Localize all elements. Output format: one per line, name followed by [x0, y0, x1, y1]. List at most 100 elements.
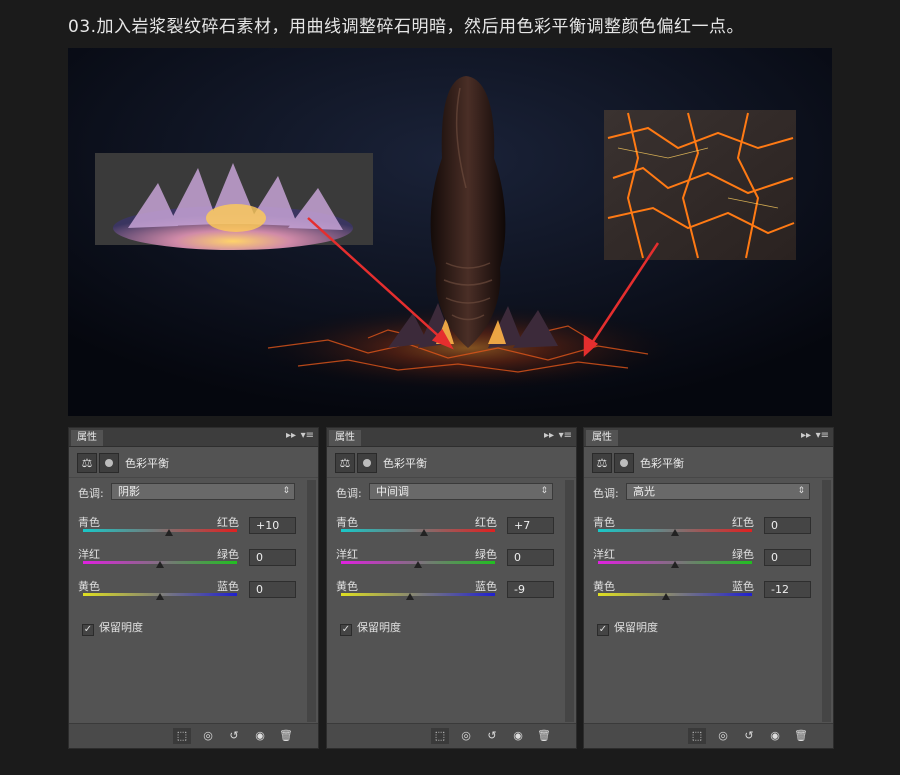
- layer-mask-icon[interactable]: [99, 453, 119, 473]
- slider-thumb[interactable]: [420, 529, 429, 536]
- tone-select[interactable]: 中间调 ⇕: [369, 483, 553, 500]
- select-arrows-icon: ⇕: [282, 486, 290, 496]
- label-blue: 蓝色: [217, 580, 239, 593]
- tone-label: 色调:: [78, 487, 104, 500]
- slider-thumb[interactable]: [406, 593, 415, 600]
- checkmark-icon[interactable]: ✓: [82, 624, 94, 636]
- view-previous-icon[interactable]: ◎: [457, 728, 475, 744]
- tone-select[interactable]: 阴影 ⇕: [111, 483, 295, 500]
- slider-thumb[interactable]: [661, 593, 670, 600]
- view-previous-icon[interactable]: ◎: [199, 728, 217, 744]
- clip-to-layer-icon[interactable]: ⬚: [431, 728, 449, 744]
- panel-tabbar: 属性 ▸▸ ▾≡: [327, 428, 576, 447]
- layer-mask-icon[interactable]: [614, 453, 634, 473]
- tone-label: 色调:: [593, 487, 619, 500]
- select-arrows-icon: ⇕: [797, 486, 805, 496]
- panel-menu-icon[interactable]: ▾≡: [301, 430, 314, 441]
- label-cyan: 青色: [593, 516, 615, 529]
- preserve-label: 保留明度: [357, 621, 401, 634]
- label-blue: 蓝色: [475, 580, 497, 593]
- preserve-luminosity-checkbox[interactable]: ✓ 保留明度: [340, 619, 401, 636]
- slider-thumb[interactable]: [165, 529, 174, 536]
- slider-track[interactable]: [83, 529, 237, 532]
- composite-artwork: [68, 48, 832, 416]
- preserve-luminosity-checkbox[interactable]: ✓ 保留明度: [82, 619, 143, 636]
- label-magenta: 洋红: [78, 548, 100, 561]
- visibility-eye-icon[interactable]: ◉: [509, 728, 527, 744]
- tone-label: 色调:: [336, 487, 362, 500]
- balance-scale-icon[interactable]: ⚖: [335, 453, 355, 473]
- slider-track[interactable]: [341, 529, 495, 532]
- value-field[interactable]: +10: [249, 517, 296, 534]
- slider-thumb[interactable]: [671, 529, 679, 536]
- panel-tabbar: 属性 ▸▸ ▾≡: [584, 428, 833, 447]
- collapse-icon[interactable]: ▸▸: [286, 430, 296, 441]
- value-field[interactable]: -12: [764, 581, 811, 598]
- preserve-label: 保留明度: [614, 621, 658, 634]
- tone-value: 中间调: [376, 485, 409, 498]
- scrollbar[interactable]: [307, 480, 316, 722]
- checkmark-icon[interactable]: ✓: [597, 624, 609, 636]
- tab-properties[interactable]: 属性: [329, 430, 361, 446]
- panel-bottom-bar: ⬚ ◎ ↺ ◉ 🗑: [327, 723, 576, 748]
- reset-icon[interactable]: ↺: [740, 728, 758, 744]
- label-green: 绿色: [217, 548, 239, 561]
- layer-mask-icon[interactable]: [357, 453, 377, 473]
- label-blue: 蓝色: [732, 580, 754, 593]
- label-red: 红色: [732, 516, 754, 529]
- panel-title-row: ⚖ 色彩平衡: [69, 447, 318, 478]
- collapse-icon[interactable]: ▸▸: [801, 430, 811, 441]
- slider-magenta-green: 洋红 绿色 0: [584, 546, 833, 578]
- scrollbar[interactable]: [822, 480, 831, 722]
- tab-properties[interactable]: 属性: [586, 430, 618, 446]
- clip-to-layer-icon[interactable]: ⬚: [688, 728, 706, 744]
- tone-value: 高光: [633, 485, 655, 498]
- slider-thumb[interactable]: [671, 561, 679, 568]
- checkmark-icon[interactable]: ✓: [340, 624, 352, 636]
- scrollbar[interactable]: [565, 480, 574, 722]
- slider-thumb[interactable]: [156, 561, 164, 568]
- value-field[interactable]: 0: [764, 549, 811, 566]
- slider-track[interactable]: [341, 593, 495, 596]
- reset-icon[interactable]: ↺: [225, 728, 243, 744]
- balance-scale-icon[interactable]: ⚖: [77, 453, 97, 473]
- value-field[interactable]: 0: [249, 549, 296, 566]
- visibility-eye-icon[interactable]: ◉: [766, 728, 784, 744]
- trash-icon[interactable]: 🗑: [277, 728, 295, 744]
- balance-scale-icon[interactable]: ⚖: [592, 453, 612, 473]
- slider-magenta-green: 洋红 绿色 0: [69, 546, 318, 578]
- tab-properties[interactable]: 属性: [71, 430, 103, 446]
- select-arrows-icon: ⇕: [540, 486, 548, 496]
- preserve-label: 保留明度: [99, 621, 143, 634]
- collapse-icon[interactable]: ▸▸: [544, 430, 554, 441]
- slider-thumb[interactable]: [414, 561, 422, 568]
- slider-cyan-red: 青色 红色 0: [584, 514, 833, 546]
- label-yellow: 黄色: [593, 580, 615, 593]
- slider-track[interactable]: [598, 593, 752, 596]
- trash-icon[interactable]: 🗑: [792, 728, 810, 744]
- panel-bottom-bar: ⬚ ◎ ↺ ◉ 🗑: [584, 723, 833, 748]
- properties-panel-shadows: 属性 ▸▸ ▾≡ ⚖ 色彩平衡 色调: 阴影 ⇕ 青色 红色 +10 洋红 绿色…: [68, 427, 319, 749]
- value-field[interactable]: 0: [764, 517, 811, 534]
- tone-value: 阴影: [118, 485, 140, 498]
- panel-menu-icon[interactable]: ▾≡: [816, 430, 829, 441]
- preserve-luminosity-checkbox[interactable]: ✓ 保留明度: [597, 619, 658, 636]
- label-magenta: 洋红: [593, 548, 615, 561]
- view-previous-icon[interactable]: ◎: [714, 728, 732, 744]
- value-field[interactable]: 0: [507, 549, 554, 566]
- value-field[interactable]: -9: [507, 581, 554, 598]
- tone-select[interactable]: 高光 ⇕: [626, 483, 810, 500]
- panel-title: 色彩平衡: [383, 457, 427, 470]
- visibility-eye-icon[interactable]: ◉: [251, 728, 269, 744]
- slider-cyan-red: 青色 红色 +7: [327, 514, 576, 546]
- properties-panel-highlights: 属性 ▸▸ ▾≡ ⚖ 色彩平衡 色调: 高光 ⇕ 青色 红色 0 洋红 绿色 0…: [583, 427, 834, 749]
- reset-icon[interactable]: ↺: [483, 728, 501, 744]
- value-field[interactable]: 0: [249, 581, 296, 598]
- value-field[interactable]: +7: [507, 517, 554, 534]
- trash-icon[interactable]: 🗑: [535, 728, 553, 744]
- label-green: 绿色: [475, 548, 497, 561]
- label-red: 红色: [217, 516, 239, 529]
- panel-menu-icon[interactable]: ▾≡: [559, 430, 572, 441]
- clip-to-layer-icon[interactable]: ⬚: [173, 728, 191, 744]
- slider-thumb[interactable]: [156, 593, 164, 600]
